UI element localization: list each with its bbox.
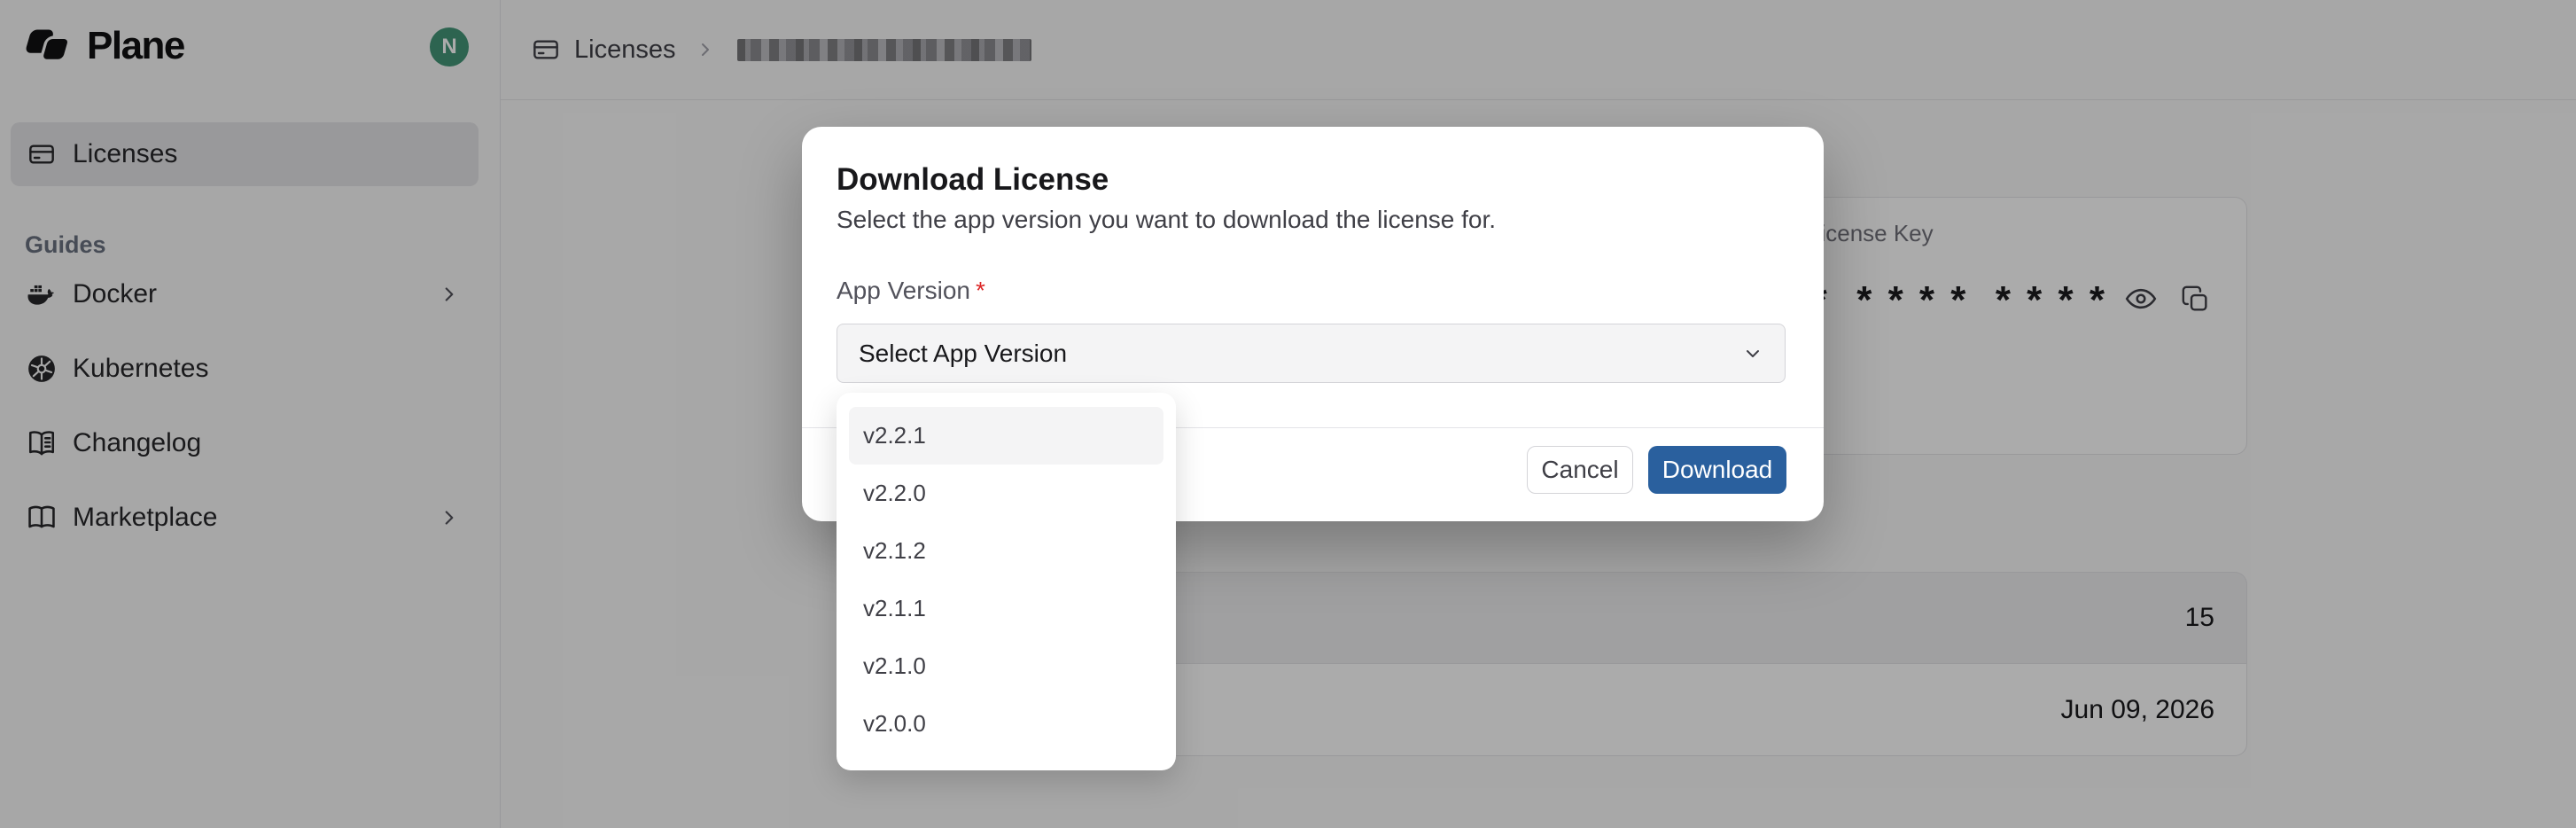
app-version-select[interactable]: Select App Version (837, 324, 1786, 383)
chevron-down-icon (1742, 343, 1763, 364)
dropdown-option-v2-0-0[interactable]: v2.0.0 (849, 695, 1163, 753)
download-button[interactable]: Download (1648, 446, 1786, 494)
dropdown-option-v2-1-0[interactable]: v2.1.0 (849, 637, 1163, 695)
app-version-dropdown: v2.2.1 v2.2.0 v2.1.2 v2.1.1 v2.1.0 v2.0.… (837, 393, 1176, 770)
modal-subtitle: Select the app version you want to downl… (837, 207, 1496, 233)
dropdown-option-v2-1-2[interactable]: v2.1.2 (849, 522, 1163, 580)
dropdown-option-v2-2-0[interactable]: v2.2.0 (849, 465, 1163, 522)
required-asterisk: * (976, 277, 985, 304)
select-placeholder: Select App Version (859, 340, 1742, 368)
dropdown-option-v2-1-1[interactable]: v2.1.1 (849, 580, 1163, 637)
modal-title: Download License (837, 162, 1109, 198)
cancel-button[interactable]: Cancel (1527, 446, 1633, 494)
app-version-field-label: App Version* (837, 277, 985, 305)
app-root: Plane N Licenses Guides Docker (0, 0, 2576, 828)
dropdown-option-v2-2-1[interactable]: v2.2.1 (849, 407, 1163, 465)
field-label-text: App Version (837, 277, 970, 304)
